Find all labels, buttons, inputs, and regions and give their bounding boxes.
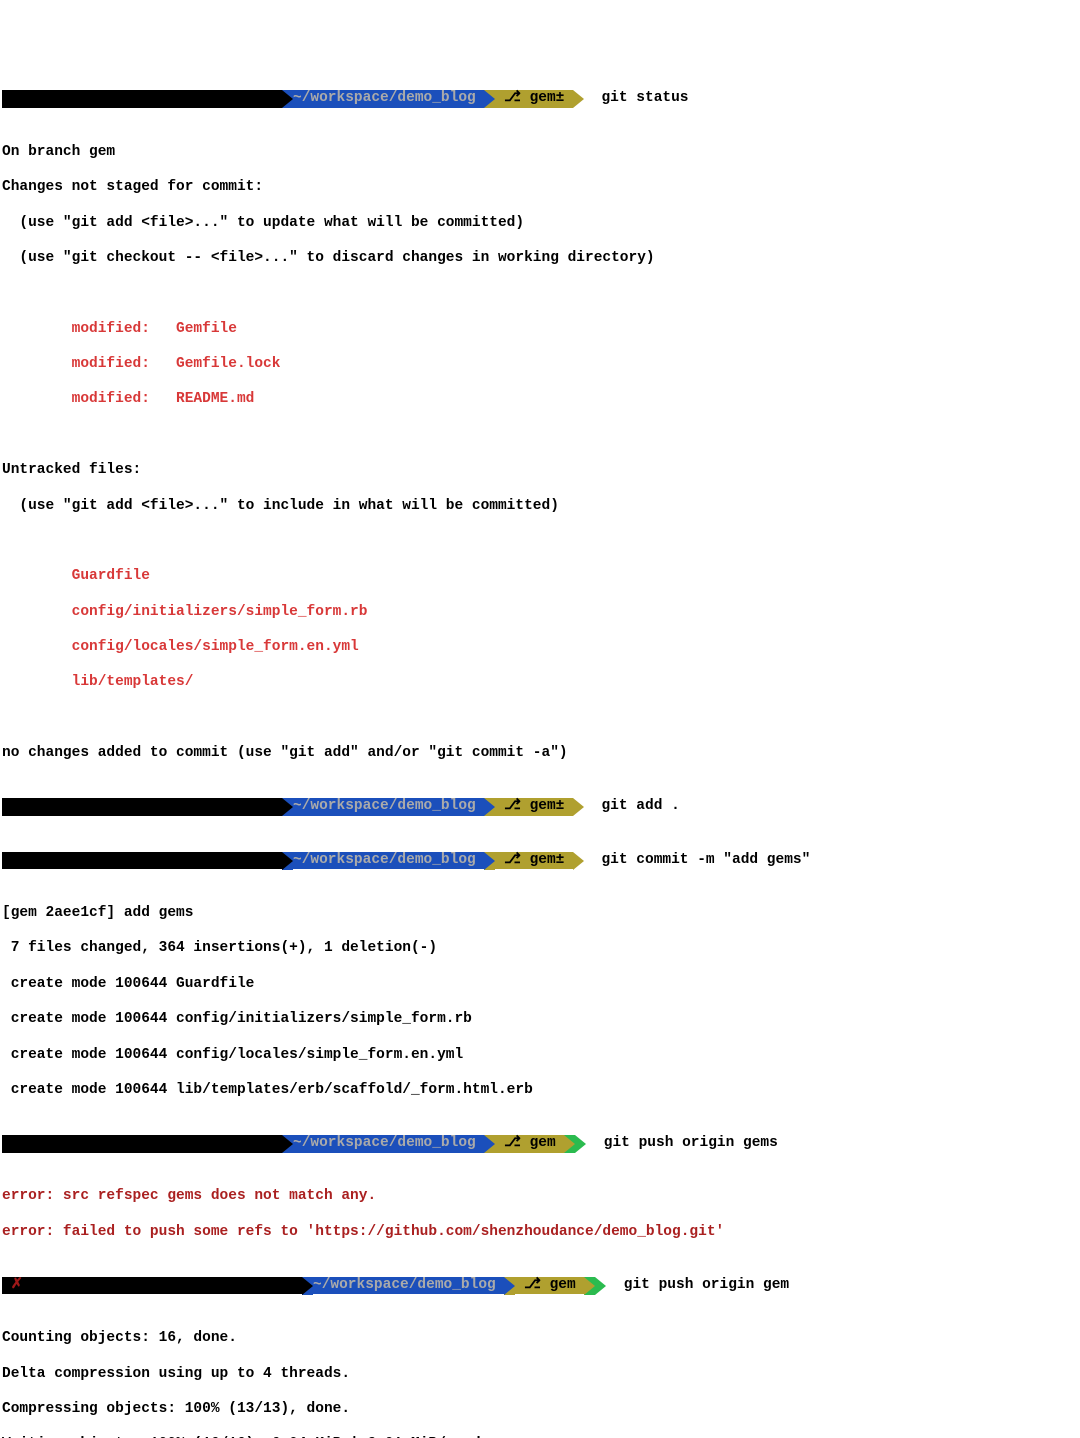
output-line: [gem 2aee1cf] add gems (2, 905, 1080, 923)
untracked-file: lib/templates/ (2, 674, 1080, 692)
output-line: Changes not staged for commit: (2, 179, 1080, 197)
output-line: Untracked files: (2, 462, 1080, 480)
prompt-line-3[interactable]: ~/workspace/demo_blog ⎇ gem± git commit … (2, 852, 1080, 870)
prompt-line-4[interactable]: ~/workspace/demo_blog ⎇ gem git push ori… (2, 1135, 1080, 1153)
prompt-branch: gem± (530, 798, 565, 816)
error-line: error: failed to push some refs to 'http… (2, 1224, 1080, 1242)
arrow-icon (302, 1277, 313, 1293)
arrow-icon (282, 90, 293, 106)
arrow-icon (564, 1135, 575, 1151)
prompt-black-seg (2, 798, 282, 816)
arrow-icon (484, 90, 495, 106)
prompt-path: ~/workspace/demo_blog (293, 798, 476, 816)
arrow-icon (575, 1135, 586, 1151)
cmd-git-add: git add . (601, 798, 679, 814)
error-line: error: src refspec gems does not match a… (2, 1188, 1080, 1206)
prompt-black-seg (2, 852, 282, 870)
prompt-path: ~/workspace/demo_blog (293, 1135, 476, 1153)
arrow-icon (504, 1277, 515, 1293)
arrow-icon (484, 798, 495, 814)
output-line: (use "git checkout -- <file>..." to disc… (2, 250, 1080, 268)
prompt-line-5[interactable]: ✗ ~/workspace/demo_blog ⎇ gem git push o… (2, 1277, 1080, 1295)
prompt-path: ~/workspace/demo_blog (293, 90, 476, 108)
modified-file: modified: README.md (2, 391, 1080, 409)
blank-line (2, 533, 1080, 551)
branch-icon: ⎇ (495, 798, 529, 816)
output-line: create mode 100644 lib/templates/erb/sca… (2, 1082, 1080, 1100)
output-line: (use "git add <file>..." to include in w… (2, 498, 1080, 516)
blank-line (2, 285, 1080, 303)
prompt-line-1[interactable]: ~/workspace/demo_blog ⎇ gem± git status (2, 90, 1080, 108)
cmd-git-status: git status (601, 90, 688, 106)
prompt-branch: gem± (530, 90, 565, 108)
error-x-icon: ✗ (2, 1277, 22, 1295)
output-line: 7 files changed, 364 insertions(+), 1 de… (2, 940, 1080, 958)
arrow-icon (573, 90, 584, 106)
untracked-file: config/initializers/simple_form.rb (2, 604, 1080, 622)
branch-icon: ⎇ (515, 1277, 549, 1295)
prompt-branch: gem± (530, 852, 565, 870)
arrow-icon (484, 852, 495, 868)
arrow-icon (584, 1277, 595, 1293)
command-input (584, 90, 601, 106)
prompt-path: ~/workspace/demo_blog (293, 852, 476, 870)
output-line: Compressing objects: 100% (13/13), done. (2, 1401, 1080, 1419)
output-line: create mode 100644 config/locales/simple… (2, 1047, 1080, 1065)
arrow-icon (282, 798, 293, 814)
cmd-git-push-gem: git push origin gem (624, 1277, 789, 1293)
arrow-icon (282, 1135, 293, 1151)
branch-icon: ⎇ (495, 1135, 529, 1153)
arrow-icon (484, 1135, 495, 1151)
blank-line (2, 427, 1080, 445)
untracked-file: config/locales/simple_form.en.yml (2, 639, 1080, 657)
arrow-icon (573, 852, 584, 868)
prompt-line-2[interactable]: ~/workspace/demo_blog ⎇ gem± git add . (2, 798, 1080, 816)
output-line: On branch gem (2, 144, 1080, 162)
arrow-icon (595, 1277, 606, 1293)
prompt-black-seg (2, 1135, 282, 1153)
prompt-path: ~/workspace/demo_blog (313, 1277, 496, 1295)
prompt-black-seg (22, 1277, 302, 1295)
untracked-file: Guardfile (2, 568, 1080, 586)
output-line: create mode 100644 config/initializers/s… (2, 1011, 1080, 1029)
prompt-branch: gem (530, 1135, 556, 1153)
cmd-git-commit: git commit -m "add gems" (601, 852, 810, 868)
modified-file: modified: Gemfile.lock (2, 356, 1080, 374)
branch-icon: ⎇ (495, 852, 529, 870)
output-line: no changes added to commit (use "git add… (2, 745, 1080, 763)
branch-icon: ⎇ (495, 90, 529, 108)
arrow-icon (573, 798, 584, 814)
output-line: Counting objects: 16, done. (2, 1330, 1080, 1348)
output-line: create mode 100644 Guardfile (2, 976, 1080, 994)
output-line: (use "git add <file>..." to update what … (2, 215, 1080, 233)
output-line: Delta compression using up to 4 threads. (2, 1366, 1080, 1384)
output-line: Writing objects: 100% (16/16), 6.04 KiB … (2, 1436, 1080, 1438)
modified-file: modified: Gemfile (2, 321, 1080, 339)
prompt-branch: gem (550, 1277, 576, 1295)
cmd-git-push-gems: git push origin gems (604, 1135, 778, 1151)
arrow-icon (282, 852, 293, 868)
prompt-black-seg (2, 90, 282, 108)
